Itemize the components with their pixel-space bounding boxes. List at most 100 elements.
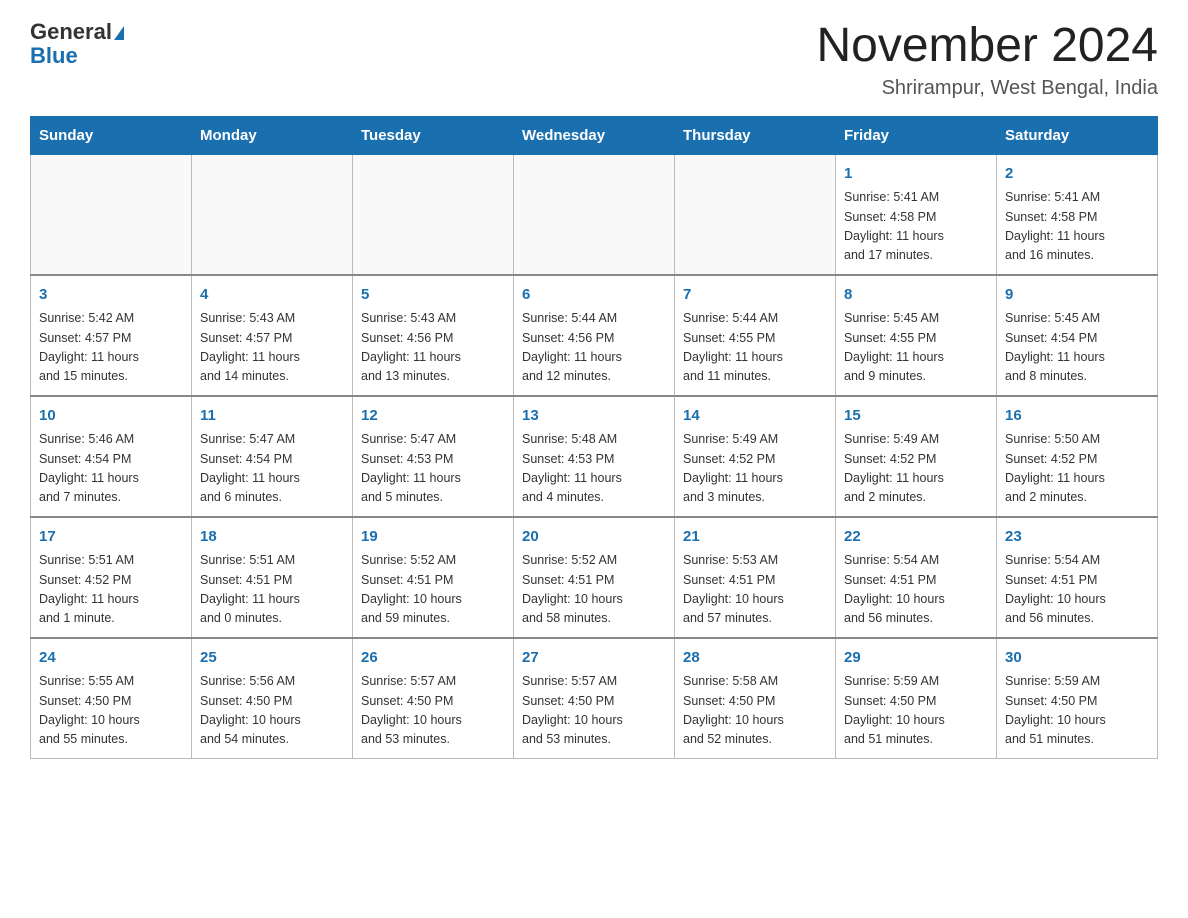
day-number: 21 xyxy=(683,526,827,549)
day-number: 9 xyxy=(1005,284,1149,307)
calendar-cell xyxy=(192,154,353,275)
day-info: Sunrise: 5:43 AM Sunset: 4:56 PM Dayligh… xyxy=(361,309,505,387)
day-number: 25 xyxy=(200,647,344,670)
day-number: 13 xyxy=(522,405,666,428)
logo-line2: Blue xyxy=(30,44,78,68)
day-info: Sunrise: 5:54 AM Sunset: 4:51 PM Dayligh… xyxy=(1005,551,1149,629)
day-number: 18 xyxy=(200,526,344,549)
day-number: 30 xyxy=(1005,647,1149,670)
day-number: 1 xyxy=(844,163,988,186)
calendar-cell: 16Sunrise: 5:50 AM Sunset: 4:52 PM Dayli… xyxy=(997,396,1158,517)
day-number: 17 xyxy=(39,526,183,549)
calendar-cell: 3Sunrise: 5:42 AM Sunset: 4:57 PM Daylig… xyxy=(31,275,192,396)
weekday-header-sunday: Sunday xyxy=(31,116,192,154)
logo: General Blue xyxy=(30,20,124,68)
calendar-cell: 27Sunrise: 5:57 AM Sunset: 4:50 PM Dayli… xyxy=(514,638,675,759)
calendar-cell: 6Sunrise: 5:44 AM Sunset: 4:56 PM Daylig… xyxy=(514,275,675,396)
day-info: Sunrise: 5:50 AM Sunset: 4:52 PM Dayligh… xyxy=(1005,430,1149,508)
day-number: 3 xyxy=(39,284,183,307)
calendar-table: SundayMondayTuesdayWednesdayThursdayFrid… xyxy=(30,116,1158,759)
logo-line1: General xyxy=(30,20,124,44)
day-info: Sunrise: 5:42 AM Sunset: 4:57 PM Dayligh… xyxy=(39,309,183,387)
calendar-cell: 15Sunrise: 5:49 AM Sunset: 4:52 PM Dayli… xyxy=(836,396,997,517)
logo-triangle-icon xyxy=(114,26,124,40)
weekday-header-wednesday: Wednesday xyxy=(514,116,675,154)
day-number: 10 xyxy=(39,405,183,428)
day-number: 20 xyxy=(522,526,666,549)
day-info: Sunrise: 5:58 AM Sunset: 4:50 PM Dayligh… xyxy=(683,672,827,750)
day-info: Sunrise: 5:44 AM Sunset: 4:56 PM Dayligh… xyxy=(522,309,666,387)
day-number: 15 xyxy=(844,405,988,428)
day-info: Sunrise: 5:59 AM Sunset: 4:50 PM Dayligh… xyxy=(1005,672,1149,750)
calendar-cell: 28Sunrise: 5:58 AM Sunset: 4:50 PM Dayli… xyxy=(675,638,836,759)
day-info: Sunrise: 5:47 AM Sunset: 4:53 PM Dayligh… xyxy=(361,430,505,508)
page-header: General Blue November 2024 Shrirampur, W… xyxy=(30,20,1158,100)
day-number: 23 xyxy=(1005,526,1149,549)
day-info: Sunrise: 5:53 AM Sunset: 4:51 PM Dayligh… xyxy=(683,551,827,629)
calendar-body: 1Sunrise: 5:41 AM Sunset: 4:58 PM Daylig… xyxy=(31,154,1158,758)
calendar-cell: 14Sunrise: 5:49 AM Sunset: 4:52 PM Dayli… xyxy=(675,396,836,517)
day-number: 26 xyxy=(361,647,505,670)
day-number: 16 xyxy=(1005,405,1149,428)
calendar-cell: 13Sunrise: 5:48 AM Sunset: 4:53 PM Dayli… xyxy=(514,396,675,517)
day-info: Sunrise: 5:41 AM Sunset: 4:58 PM Dayligh… xyxy=(1005,188,1149,266)
day-info: Sunrise: 5:47 AM Sunset: 4:54 PM Dayligh… xyxy=(200,430,344,508)
weekday-header-saturday: Saturday xyxy=(997,116,1158,154)
calendar-cell: 24Sunrise: 5:55 AM Sunset: 4:50 PM Dayli… xyxy=(31,638,192,759)
weekday-header-row: SundayMondayTuesdayWednesdayThursdayFrid… xyxy=(31,116,1158,154)
calendar-cell: 17Sunrise: 5:51 AM Sunset: 4:52 PM Dayli… xyxy=(31,517,192,638)
calendar-cell: 22Sunrise: 5:54 AM Sunset: 4:51 PM Dayli… xyxy=(836,517,997,638)
calendar-cell xyxy=(514,154,675,275)
day-info: Sunrise: 5:52 AM Sunset: 4:51 PM Dayligh… xyxy=(361,551,505,629)
calendar-cell: 25Sunrise: 5:56 AM Sunset: 4:50 PM Dayli… xyxy=(192,638,353,759)
day-number: 4 xyxy=(200,284,344,307)
calendar-cell: 29Sunrise: 5:59 AM Sunset: 4:50 PM Dayli… xyxy=(836,638,997,759)
calendar-cell xyxy=(353,154,514,275)
day-info: Sunrise: 5:57 AM Sunset: 4:50 PM Dayligh… xyxy=(361,672,505,750)
day-info: Sunrise: 5:57 AM Sunset: 4:50 PM Dayligh… xyxy=(522,672,666,750)
location-title: Shrirampur, West Bengal, India xyxy=(816,77,1158,100)
calendar-week-row: 17Sunrise: 5:51 AM Sunset: 4:52 PM Dayli… xyxy=(31,517,1158,638)
day-number: 27 xyxy=(522,647,666,670)
calendar-cell: 20Sunrise: 5:52 AM Sunset: 4:51 PM Dayli… xyxy=(514,517,675,638)
day-info: Sunrise: 5:59 AM Sunset: 4:50 PM Dayligh… xyxy=(844,672,988,750)
day-number: 2 xyxy=(1005,163,1149,186)
day-number: 7 xyxy=(683,284,827,307)
day-info: Sunrise: 5:52 AM Sunset: 4:51 PM Dayligh… xyxy=(522,551,666,629)
calendar-cell: 7Sunrise: 5:44 AM Sunset: 4:55 PM Daylig… xyxy=(675,275,836,396)
day-info: Sunrise: 5:45 AM Sunset: 4:55 PM Dayligh… xyxy=(844,309,988,387)
calendar-cell: 11Sunrise: 5:47 AM Sunset: 4:54 PM Dayli… xyxy=(192,396,353,517)
day-info: Sunrise: 5:49 AM Sunset: 4:52 PM Dayligh… xyxy=(683,430,827,508)
day-number: 14 xyxy=(683,405,827,428)
calendar-cell: 2Sunrise: 5:41 AM Sunset: 4:58 PM Daylig… xyxy=(997,154,1158,275)
day-number: 12 xyxy=(361,405,505,428)
calendar-cell: 19Sunrise: 5:52 AM Sunset: 4:51 PM Dayli… xyxy=(353,517,514,638)
day-info: Sunrise: 5:56 AM Sunset: 4:50 PM Dayligh… xyxy=(200,672,344,750)
calendar-cell: 8Sunrise: 5:45 AM Sunset: 4:55 PM Daylig… xyxy=(836,275,997,396)
calendar-cell: 1Sunrise: 5:41 AM Sunset: 4:58 PM Daylig… xyxy=(836,154,997,275)
calendar-cell: 10Sunrise: 5:46 AM Sunset: 4:54 PM Dayli… xyxy=(31,396,192,517)
calendar-cell: 26Sunrise: 5:57 AM Sunset: 4:50 PM Dayli… xyxy=(353,638,514,759)
day-info: Sunrise: 5:54 AM Sunset: 4:51 PM Dayligh… xyxy=(844,551,988,629)
month-title: November 2024 xyxy=(816,20,1158,73)
day-number: 8 xyxy=(844,284,988,307)
calendar-week-row: 1Sunrise: 5:41 AM Sunset: 4:58 PM Daylig… xyxy=(31,154,1158,275)
day-info: Sunrise: 5:55 AM Sunset: 4:50 PM Dayligh… xyxy=(39,672,183,750)
weekday-header-monday: Monday xyxy=(192,116,353,154)
day-number: 19 xyxy=(361,526,505,549)
day-info: Sunrise: 5:41 AM Sunset: 4:58 PM Dayligh… xyxy=(844,188,988,266)
calendar-cell: 4Sunrise: 5:43 AM Sunset: 4:57 PM Daylig… xyxy=(192,275,353,396)
calendar-week-row: 3Sunrise: 5:42 AM Sunset: 4:57 PM Daylig… xyxy=(31,275,1158,396)
day-info: Sunrise: 5:45 AM Sunset: 4:54 PM Dayligh… xyxy=(1005,309,1149,387)
day-number: 29 xyxy=(844,647,988,670)
day-info: Sunrise: 5:44 AM Sunset: 4:55 PM Dayligh… xyxy=(683,309,827,387)
calendar-cell: 12Sunrise: 5:47 AM Sunset: 4:53 PM Dayli… xyxy=(353,396,514,517)
calendar-cell: 5Sunrise: 5:43 AM Sunset: 4:56 PM Daylig… xyxy=(353,275,514,396)
day-info: Sunrise: 5:51 AM Sunset: 4:52 PM Dayligh… xyxy=(39,551,183,629)
day-number: 22 xyxy=(844,526,988,549)
calendar-cell: 9Sunrise: 5:45 AM Sunset: 4:54 PM Daylig… xyxy=(997,275,1158,396)
calendar-cell: 18Sunrise: 5:51 AM Sunset: 4:51 PM Dayli… xyxy=(192,517,353,638)
day-number: 11 xyxy=(200,405,344,428)
day-info: Sunrise: 5:43 AM Sunset: 4:57 PM Dayligh… xyxy=(200,309,344,387)
day-info: Sunrise: 5:46 AM Sunset: 4:54 PM Dayligh… xyxy=(39,430,183,508)
